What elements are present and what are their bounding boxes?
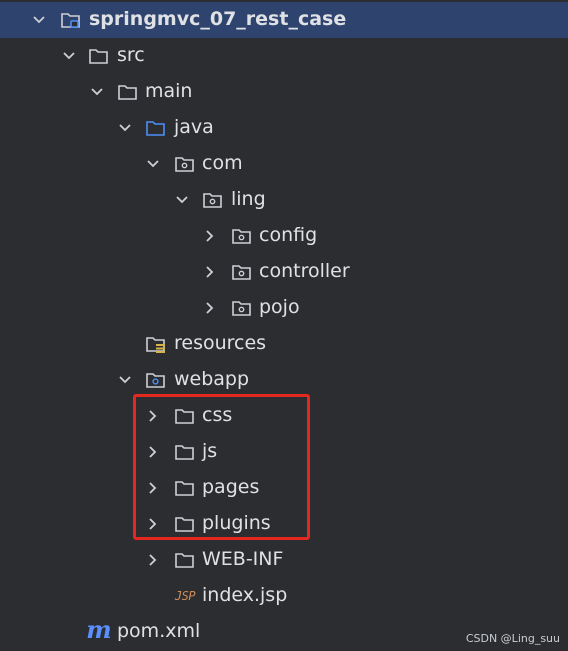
jsp-file-icon: JSP	[174, 589, 196, 603]
chevron-right-icon[interactable]	[146, 553, 160, 567]
package-icon	[231, 261, 253, 283]
tree-row-web-inf[interactable]: WEB-INF	[0, 542, 568, 578]
tree-row-config[interactable]: config	[0, 218, 568, 254]
chevron-down-icon[interactable]	[62, 49, 76, 63]
tree-row-src[interactable]: src	[0, 38, 568, 74]
chevron-down-icon[interactable]	[32, 13, 46, 27]
web-folder-icon	[145, 369, 167, 391]
tree-label-java: java	[174, 116, 214, 139]
tree-label-com: com	[202, 152, 243, 175]
tree-row-java[interactable]: java	[0, 110, 568, 146]
resources-folder-icon	[145, 333, 167, 355]
tree-row-pojo[interactable]: pojo	[0, 290, 568, 326]
tree-label-config: config	[259, 224, 318, 247]
chevron-down-icon[interactable]	[90, 85, 104, 99]
package-icon	[231, 225, 253, 247]
folder-icon	[88, 45, 110, 67]
tree-row-project-root[interactable]: springmvc_07_rest_case	[0, 2, 568, 38]
tree-row-resources[interactable]: resources	[0, 326, 568, 362]
tree-row-index-jsp[interactable]: JSP index.jsp	[0, 578, 568, 614]
folder-icon	[174, 549, 196, 571]
tree-label-src: src	[117, 44, 145, 67]
chevron-right-icon[interactable]	[203, 301, 217, 315]
package-icon	[202, 189, 224, 211]
tree-row-webapp[interactable]: webapp	[0, 362, 568, 398]
tree-label-pom-xml: pom.xml	[117, 620, 201, 643]
tree-label-pojo: pojo	[259, 296, 300, 319]
chevron-down-icon[interactable]	[146, 157, 160, 171]
tree-label-main: main	[145, 80, 193, 103]
package-icon	[231, 297, 253, 319]
chevron-right-icon[interactable]	[203, 265, 217, 279]
module-folder-icon	[60, 9, 82, 31]
tree-label-webapp: webapp	[174, 368, 250, 391]
source-folder-icon	[145, 117, 167, 139]
tree-label-controller: controller	[259, 260, 350, 283]
maven-icon: m	[86, 614, 112, 644]
tree-row-controller[interactable]: controller	[0, 254, 568, 290]
tree-row-main[interactable]: main	[0, 74, 568, 110]
tree-label-ling: ling	[231, 188, 266, 211]
tree-label-web-inf: WEB-INF	[202, 548, 284, 571]
project-name: springmvc_07_rest_case	[89, 8, 347, 31]
tree-label-resources: resources	[174, 332, 267, 355]
tree-row-ling[interactable]: ling	[0, 182, 568, 218]
chevron-down-icon[interactable]	[118, 373, 132, 387]
project-tree: springmvc_07_rest_case src main java com…	[0, 0, 568, 651]
chevron-down-icon[interactable]	[118, 121, 132, 135]
chevron-right-icon[interactable]	[203, 229, 217, 243]
tree-row-com[interactable]: com	[0, 146, 568, 182]
highlight-box	[133, 394, 310, 540]
tree-label-index-jsp: index.jsp	[202, 584, 288, 607]
chevron-down-icon[interactable]	[175, 193, 189, 207]
watermark: CSDN @Ling_suu	[465, 632, 560, 645]
folder-icon	[117, 81, 139, 103]
package-icon	[174, 153, 196, 175]
